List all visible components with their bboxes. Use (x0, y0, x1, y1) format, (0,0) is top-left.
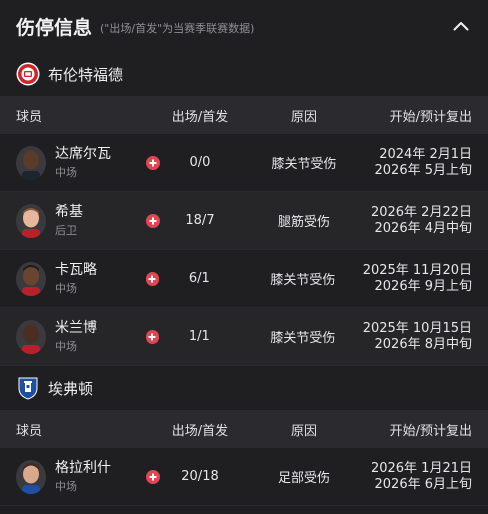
player-cell[interactable]: 希基 后卫 (16, 203, 146, 238)
appearances-starts: 18/7 (185, 213, 215, 228)
injury-reason: 膝关节受伤 (270, 273, 336, 288)
injury-reason: 膝关节受伤 (270, 331, 336, 346)
appearances-starts: 6/1 (188, 271, 210, 286)
player-position: 中场 (55, 166, 77, 179)
column-date: 开始/预计复出 (389, 423, 472, 439)
return-date: 2026年 4月中旬 (374, 220, 473, 236)
team-header-brentford[interactable]: 布伦特福德 (0, 52, 488, 96)
table-header: 球员 出场/首发 原因 开始/预计复出 (0, 410, 488, 448)
everton-crest-icon (16, 376, 40, 400)
avatar (16, 261, 46, 296)
injury-cross-icon (145, 329, 160, 344)
player-position: 中场 (55, 340, 77, 353)
team-header-everton[interactable]: 埃弗顿 (0, 366, 488, 410)
table-row[interactable]: 格拉利什 中场 20/18 足部受伤 2026年 1月21日 2026年 6月上… (0, 448, 488, 506)
injury-dates: 2025年 11月20日 2026年 9月上旬 (363, 263, 472, 295)
table-row[interactable]: 卡瓦略 中场 6/1 膝关节受伤 2025年 11月20日 2026年 9月上旬 (0, 250, 488, 308)
table-row[interactable]: 希基 后卫 18/7 腿筋受伤 2026年 2月22日 2026年 4月中旬 (0, 192, 488, 250)
injury-info-card: 伤停信息 ("出场/首发"为当赛季联赛数据) 布伦特福德 球员 出场/首发 原因… (0, 0, 488, 514)
avatar (16, 145, 46, 180)
player-position: 中场 (55, 282, 77, 295)
start-date: 2024年 2月1日 (379, 146, 472, 162)
column-date: 开始/预计复出 (389, 109, 472, 125)
team-name: 埃弗顿 (48, 379, 94, 398)
column-player: 球员 (16, 109, 43, 125)
column-stat: 出场/首发 (171, 109, 229, 125)
injury-reason: 腿筋受伤 (277, 215, 330, 230)
player-cell[interactable]: 达席尔瓦 中场 (16, 145, 146, 180)
player-position: 后卫 (55, 224, 77, 237)
start-date: 2026年 2月22日 (370, 204, 472, 220)
brentford-crest-icon (16, 62, 40, 86)
player-cell[interactable]: 格拉利什 中场 (16, 459, 146, 494)
return-date: 2026年 8月中旬 (374, 336, 473, 352)
player-cell[interactable]: 卡瓦略 中场 (16, 261, 146, 296)
injury-dates: 2026年 1月21日 2026年 6月上旬 (364, 461, 472, 493)
avatar (16, 319, 46, 354)
start-date: 2025年 11月20日 (362, 262, 472, 278)
player-name: 希基 (55, 204, 83, 220)
column-reason: 原因 (290, 423, 317, 439)
player-position: 中场 (55, 480, 77, 493)
appearances-starts: 20/18 (181, 469, 219, 484)
injury-cross-icon (146, 213, 160, 228)
column-reason: 原因 (290, 109, 317, 125)
table-row[interactable]: 米兰博 中场 1/1 膝关节受伤 2025年 10月15日 2026年 8月中旬 (0, 308, 488, 366)
player-name: 米兰博 (55, 320, 97, 336)
column-stat: 出场/首发 (171, 423, 229, 439)
return-date: 2026年 6月上旬 (374, 476, 473, 492)
return-date: 2026年 9月上旬 (374, 278, 473, 294)
team-name: 布伦特福德 (48, 65, 124, 84)
start-date: 2025年 10月15日 (362, 320, 472, 336)
injury-cross-icon (145, 271, 160, 286)
injury-reason: 膝关节受伤 (271, 157, 337, 172)
injury-dates: 2026年 2月22日 2026年 4月中旬 (364, 205, 472, 237)
section-title: 伤停信息 (16, 16, 93, 39)
injury-reason: 足部受伤 (277, 471, 330, 486)
chevron-up-icon[interactable] (450, 15, 472, 37)
player-name: 格拉利什 (55, 460, 111, 476)
section-subtitle: ("出场/首发"为当赛季联赛数据) (100, 22, 255, 35)
injury-cross-icon (146, 155, 160, 170)
injury-dates: 2025年 10月15日 2026年 8月中旬 (363, 321, 472, 353)
player-name: 卡瓦略 (55, 262, 97, 278)
injury-dates: 2024年 2月1日 2026年 5月上旬 (364, 146, 473, 179)
avatar (16, 203, 46, 238)
table-row[interactable]: 达席尔瓦 中场 0/0 膝关节受伤 2024年 2月1日 2026年 5月上旬 (0, 134, 488, 192)
return-date: 2026年 5月上旬 (374, 162, 473, 178)
appearances-starts: 0/0 (189, 155, 211, 170)
avatar (16, 459, 46, 494)
appearances-starts: 1/1 (188, 329, 210, 344)
section-header[interactable]: 伤停信息 ("出场/首发"为当赛季联赛数据) (0, 0, 488, 52)
player-name: 达席尔瓦 (55, 146, 111, 162)
start-date: 2026年 1月21日 (370, 460, 472, 476)
table-header: 球员 出场/首发 原因 开始/预计复出 (0, 96, 488, 134)
injury-cross-icon (146, 469, 160, 484)
player-cell[interactable]: 米兰博 中场 (16, 319, 146, 354)
column-player: 球员 (16, 423, 43, 439)
